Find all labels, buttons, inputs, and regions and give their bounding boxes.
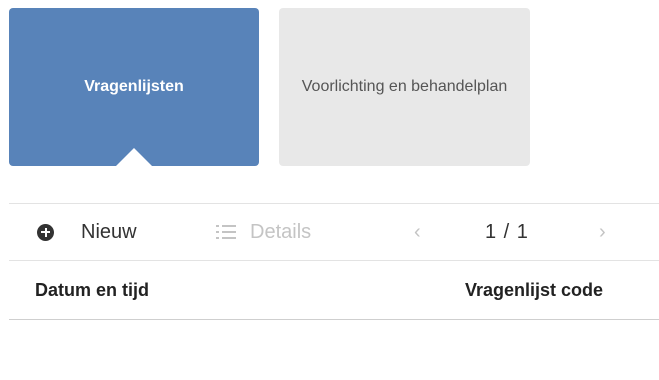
tab-bar: Vragenlijsten Voorlichting en behandelpl… [9, 8, 659, 178]
tab-vragenlijsten[interactable]: Vragenlijsten [9, 8, 259, 167]
table-header: Datum en tijd Vragenlijst code [9, 262, 659, 320]
plus-circle-icon [37, 223, 54, 241]
column-header-datum-en-tijd[interactable]: Datum en tijd [35, 262, 149, 319]
previous-page-button[interactable]: ‹ [414, 204, 421, 260]
column-header-vragenlijst-code[interactable]: Vragenlijst code [465, 262, 659, 319]
tab-label: Vragenlijsten [84, 78, 184, 95]
active-tab-caret [115, 148, 153, 167]
pagination-indicator: 1 / 1 [485, 220, 529, 243]
chevron-left-icon: ‹ [414, 220, 421, 243]
next-page-button[interactable]: › [599, 204, 606, 260]
tab-voorlichting-en-behandelplan[interactable]: Voorlichting en behandelplan [279, 8, 530, 166]
new-button[interactable]: Nieuw [37, 204, 137, 260]
chevron-right-icon: › [599, 220, 606, 243]
details-button[interactable]: Details [216, 204, 311, 260]
details-button-label: Details [250, 220, 312, 243]
list-icon [216, 224, 236, 240]
tab-label: Voorlichting en behandelplan [301, 78, 508, 95]
new-button-label: Nieuw [81, 220, 137, 243]
toolbar: Nieuw Details ‹ 1 / 1 › [9, 203, 659, 261]
